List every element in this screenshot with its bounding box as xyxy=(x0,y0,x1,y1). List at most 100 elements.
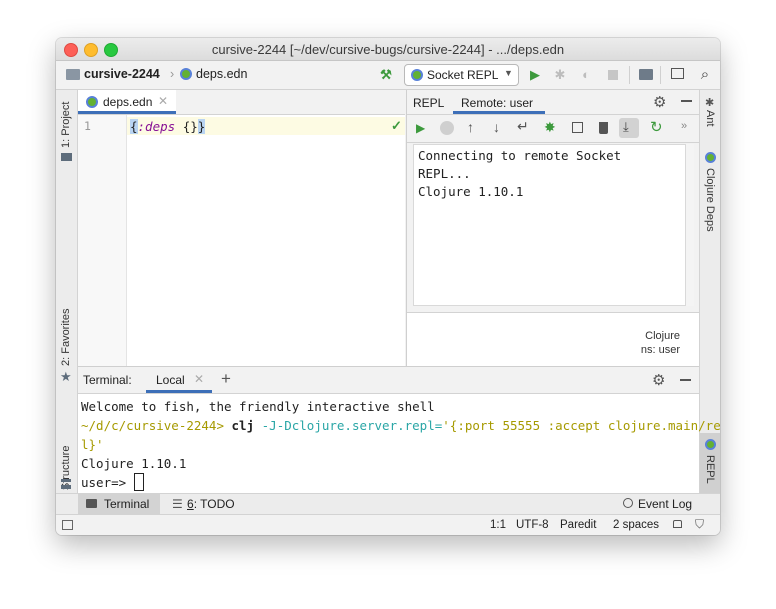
hide-panel-icon[interactable] xyxy=(681,100,692,102)
inspection-ok-icon[interactable]: ✓ xyxy=(391,118,402,134)
terminal-prompt-line: user=> xyxy=(81,473,693,492)
hide-panel-icon[interactable] xyxy=(680,379,691,381)
repl-scrollbar[interactable] xyxy=(686,144,694,306)
clojure-repl-icon xyxy=(411,69,423,81)
terminal-line: Welcome to fish, the friendly interactiv… xyxy=(81,399,435,414)
terminal-tab-local[interactable]: Local ✕ xyxy=(146,367,212,393)
trash-icon[interactable] xyxy=(599,122,608,134)
todo-label-rest: : TODO xyxy=(193,497,235,511)
caret-position[interactable]: 1:1 xyxy=(490,519,506,531)
code-value: {} xyxy=(182,119,198,134)
run-icon[interactable]: ▶ xyxy=(416,121,425,135)
repl-strip-icon xyxy=(705,439,716,450)
repl-language: Clojure xyxy=(645,330,680,342)
reload-icon[interactable]: ↻ xyxy=(650,118,663,136)
chevron-down-icon: ▼ xyxy=(504,68,513,78)
clojure-deps-icon xyxy=(705,152,716,163)
editor-tab-label: deps.edn xyxy=(103,95,153,109)
stop-icon[interactable] xyxy=(608,70,618,80)
repl-tab-remote[interactable]: Remote: user xyxy=(453,90,545,114)
breadcrumb-file[interactable]: deps.edn xyxy=(196,67,247,81)
terminal-tool-button[interactable]: Terminal xyxy=(78,494,160,514)
repl-tab-bar: REPL Remote: user ⚙ xyxy=(407,90,700,115)
bug-icon[interactable]: ✸ xyxy=(544,119,556,136)
repl-tab-label[interactable]: REPL xyxy=(413,96,444,110)
terminal-cursor xyxy=(133,473,144,491)
code-keyword: :deps xyxy=(137,119,176,134)
terminal-title: Terminal: xyxy=(83,373,132,387)
soft-wrap-icon[interactable]: ↵ xyxy=(517,118,529,135)
repl-output[interactable]: Connecting to remote Socket REPL... Cloj… xyxy=(413,144,686,306)
navigation-bar: cursive-2244 › deps.edn ⚒ Socket REPL ▼ … xyxy=(56,61,720,90)
todo-tool-label: 6: TODO xyxy=(187,497,235,511)
run-configuration-select[interactable]: Socket REPL ▼ xyxy=(404,64,519,86)
terminal-tab-label: Local xyxy=(156,373,185,387)
terminal-window-icon[interactable] xyxy=(671,68,684,79)
gear-icon[interactable]: ⚙ xyxy=(652,371,665,389)
new-terminal-button[interactable]: + xyxy=(221,369,231,389)
event-log-button[interactable]: Event Log xyxy=(621,494,711,514)
copy-icon[interactable] xyxy=(572,122,583,133)
search-icon[interactable]: ⌕ xyxy=(697,67,713,83)
structure-icon xyxy=(61,479,71,489)
repl-input-area[interactable]: Clojure ns: user xyxy=(407,312,700,367)
repl-namespace: ns: user xyxy=(640,344,680,356)
window-title: cursive-2244 [~/dev/cursive-bugs/cursive… xyxy=(211,42,565,57)
repl-output-line: Connecting to remote Socket REPL... xyxy=(418,148,622,181)
history-up-icon[interactable]: ↑ xyxy=(467,119,474,135)
repl-tool-label: REPL xyxy=(704,455,716,484)
todo-mnemonic: 6 xyxy=(187,497,194,511)
command-arg: '{:port 55555 :accept clojure.main/rep xyxy=(442,418,720,433)
star-icon: ★ xyxy=(60,369,72,384)
command-arg-wrap: l}' xyxy=(81,437,104,452)
inspector-icon[interactable]: ⛉ xyxy=(695,517,704,532)
project-tool-button[interactable]: 1: Project xyxy=(60,102,72,148)
toolbar-separator xyxy=(660,66,661,84)
editor-panel: deps.edn ✕ 1 {:deps {}} ✓ xyxy=(78,90,405,366)
project-structure-icon[interactable] xyxy=(639,69,653,80)
debug-icon[interactable]: ✱ xyxy=(552,67,568,83)
command-flag: -J-Dclojure.server.repl= xyxy=(261,418,443,433)
favorites-tool-button[interactable]: 2: Favorites xyxy=(60,309,72,366)
close-tab-icon[interactable]: ✕ xyxy=(194,372,204,386)
indent-setting[interactable]: 2 spaces xyxy=(613,519,659,531)
ide-window: cursive-2244 [~/dev/cursive-bugs/cursive… xyxy=(56,38,720,535)
more-actions-icon[interactable]: » xyxy=(681,120,687,132)
gear-icon[interactable]: ⚙ xyxy=(653,93,666,111)
terminal-panel: Terminal: Local ✕ + ⚙ Welcome to fish, t… xyxy=(78,366,720,494)
run-icon[interactable]: ▶ xyxy=(527,67,543,83)
lock-icon[interactable] xyxy=(673,520,682,528)
close-tab-icon[interactable]: ✕ xyxy=(158,94,168,108)
brace-open: { xyxy=(130,119,138,134)
code-line[interactable]: {:deps {}} xyxy=(130,119,206,134)
clojure-file-icon xyxy=(86,96,98,108)
build-hammer-icon[interactable]: ⚒ xyxy=(378,67,394,83)
interrupt-icon[interactable] xyxy=(440,121,454,135)
history-down-icon[interactable]: ↓ xyxy=(493,119,500,135)
brace-close: } xyxy=(197,119,206,134)
terminal-tool-label: Terminal xyxy=(104,497,150,511)
breadcrumb-project[interactable]: cursive-2244 xyxy=(84,67,160,81)
scroll-to-end-toggle[interactable]: ⤓ xyxy=(619,118,639,138)
title-bar: cursive-2244 [~/dev/cursive-bugs/cursive… xyxy=(56,38,720,61)
command-name: clj xyxy=(231,418,255,433)
event-log-label: Event Log xyxy=(638,497,693,511)
editor-tab-deps[interactable]: deps.edn ✕ xyxy=(78,90,176,114)
left-tool-strip: 1: Project 2: Favorites ★ Z: Structure xyxy=(56,90,78,503)
terminal-icon xyxy=(86,499,97,508)
terminal-output[interactable]: Welcome to fish, the friendly interactiv… xyxy=(81,397,720,492)
repl-toolbar: ▶ ↑ ↓ ↵ ✸ ⤓ ↻ » xyxy=(407,115,700,143)
tool-windows-icon[interactable] xyxy=(62,520,73,530)
terminal-line: Clojure 1.10.1 xyxy=(81,456,187,471)
repl-panel: REPL Remote: user ⚙ ▶ ↑ ↓ ↵ ✸ ⤓ ↻ » Conn… xyxy=(406,90,700,367)
file-encoding[interactable]: UTF-8 xyxy=(516,519,549,531)
paredit-toggle[interactable]: Paredit xyxy=(560,519,596,531)
repl-tool-button[interactable]: REPL xyxy=(700,433,720,493)
toolbar-separator xyxy=(629,66,630,84)
clojure-deps-tool-button[interactable]: Clojure Deps xyxy=(704,168,716,232)
line-number: 1 xyxy=(84,119,91,133)
coverage-icon[interactable]: ◐ xyxy=(578,67,594,83)
ant-tool-button[interactable]: Ant xyxy=(704,110,716,127)
scroll-end-icon: ⤓ xyxy=(623,119,629,134)
